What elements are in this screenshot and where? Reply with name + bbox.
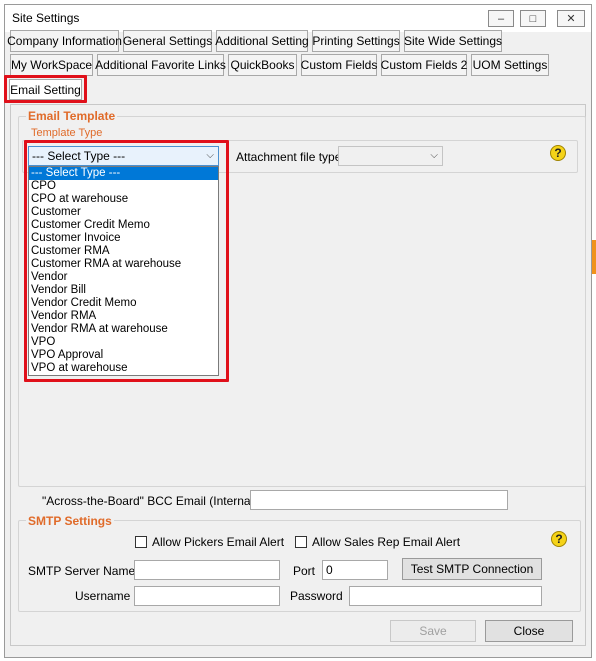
tab-additional-favorite-links[interactable]: Additional Favorite Links — [95, 54, 226, 76]
list-item[interactable]: VPO — [29, 336, 218, 349]
tab-custom-fields[interactable]: Custom Fields — [301, 54, 377, 76]
tab-email-setting[interactable]: Email Setting — [9, 79, 82, 100]
list-item[interactable]: Customer RMA at warehouse — [29, 258, 218, 271]
list-item[interactable]: Customer — [29, 206, 218, 219]
list-item[interactable]: Vendor RMA at warehouse — [29, 323, 218, 336]
close-button[interactable]: Close — [485, 620, 573, 642]
list-item[interactable]: --- Select Type --- — [29, 167, 218, 180]
save-button[interactable]: Save — [390, 620, 476, 642]
tab-site-wide-settings[interactable]: Site Wide Settings — [404, 30, 502, 52]
list-item[interactable]: CPO at warehouse — [29, 193, 218, 206]
tab-quickbooks[interactable]: QuickBooks — [228, 54, 297, 76]
list-item[interactable]: Vendor Bill — [29, 284, 218, 297]
template-type-select[interactable]: --- Select Type --- ⌵ — [28, 146, 219, 166]
smtp-settings-title: SMTP Settings — [26, 514, 114, 528]
chevron-down-icon: ⌵ — [430, 150, 438, 161]
bcc-email-label: "Across-the-Board" BCC Email (Internal) — [42, 494, 258, 508]
list-item[interactable]: VPO Approval — [29, 349, 218, 362]
smtp-server-name-label: SMTP Server Name — [28, 564, 136, 578]
list-item[interactable]: Customer Invoice — [29, 232, 218, 245]
chevron-down-icon: ⌵ — [206, 150, 214, 161]
attachment-file-type-label: Attachment file type — [236, 150, 342, 164]
bcc-email-input[interactable] — [250, 490, 508, 510]
list-item[interactable]: CPO — [29, 180, 218, 193]
allow-sales-rep-label: Allow Sales Rep Email Alert — [312, 535, 461, 549]
tab-printing-settings[interactable]: Printing Settings — [312, 30, 400, 52]
attachment-file-type-select[interactable]: ⌵ — [338, 146, 443, 166]
username-input[interactable] — [134, 586, 280, 606]
list-item[interactable]: Customer Credit Memo — [29, 219, 218, 232]
username-label: Username — [75, 589, 131, 603]
allow-sales-rep-checkbox[interactable] — [295, 536, 307, 548]
port-input[interactable]: 0 — [322, 560, 388, 580]
list-item[interactable]: Customer RMA — [29, 245, 218, 258]
allow-pickers-checkbox[interactable] — [135, 536, 147, 548]
template-type-list[interactable]: --- Select Type --- CPO CPO at warehouse… — [28, 166, 219, 376]
tab-general-settings[interactable]: General Settings — [123, 30, 212, 52]
list-item[interactable]: Vendor — [29, 271, 218, 284]
minimize-button[interactable]: – — [488, 10, 514, 27]
smtp-server-name-input[interactable] — [134, 560, 280, 580]
test-smtp-connection-button[interactable]: Test SMTP Connection — [402, 558, 542, 580]
tab-additional-setting[interactable]: Additional Setting — [215, 30, 309, 52]
password-input[interactable] — [349, 586, 542, 606]
close-icon: ✕ — [566, 13, 576, 25]
list-item[interactable]: Vendor RMA — [29, 310, 218, 323]
maximize-icon: □ — [529, 12, 537, 25]
template-type-selected: --- Select Type --- — [32, 149, 126, 163]
minimize-icon: – — [497, 12, 505, 25]
tab-company-information[interactable]: Company Information — [7, 30, 122, 52]
tab-uom-settings[interactable]: UOM Settings — [471, 54, 549, 76]
maximize-button[interactable]: □ — [520, 10, 546, 27]
tab-custom-fields-2[interactable]: Custom Fields 2 — [381, 54, 467, 76]
email-template-title: Email Template — [26, 109, 118, 123]
close-window-button[interactable]: ✕ — [557, 10, 585, 27]
template-type-legend: Template Type — [29, 127, 105, 139]
password-label: Password — [290, 589, 343, 603]
list-item[interactable]: VPO at warehouse — [29, 362, 218, 375]
help-icon[interactable]: ? — [550, 145, 566, 161]
tab-my-workspace[interactable]: My WorkSpace — [10, 54, 93, 76]
help-icon[interactable]: ? — [551, 531, 567, 547]
window-title: Site Settings — [12, 11, 80, 25]
list-item[interactable]: Vendor Credit Memo — [29, 297, 218, 310]
port-label: Port — [293, 564, 316, 578]
allow-pickers-label: Allow Pickers Email Alert — [152, 535, 285, 549]
